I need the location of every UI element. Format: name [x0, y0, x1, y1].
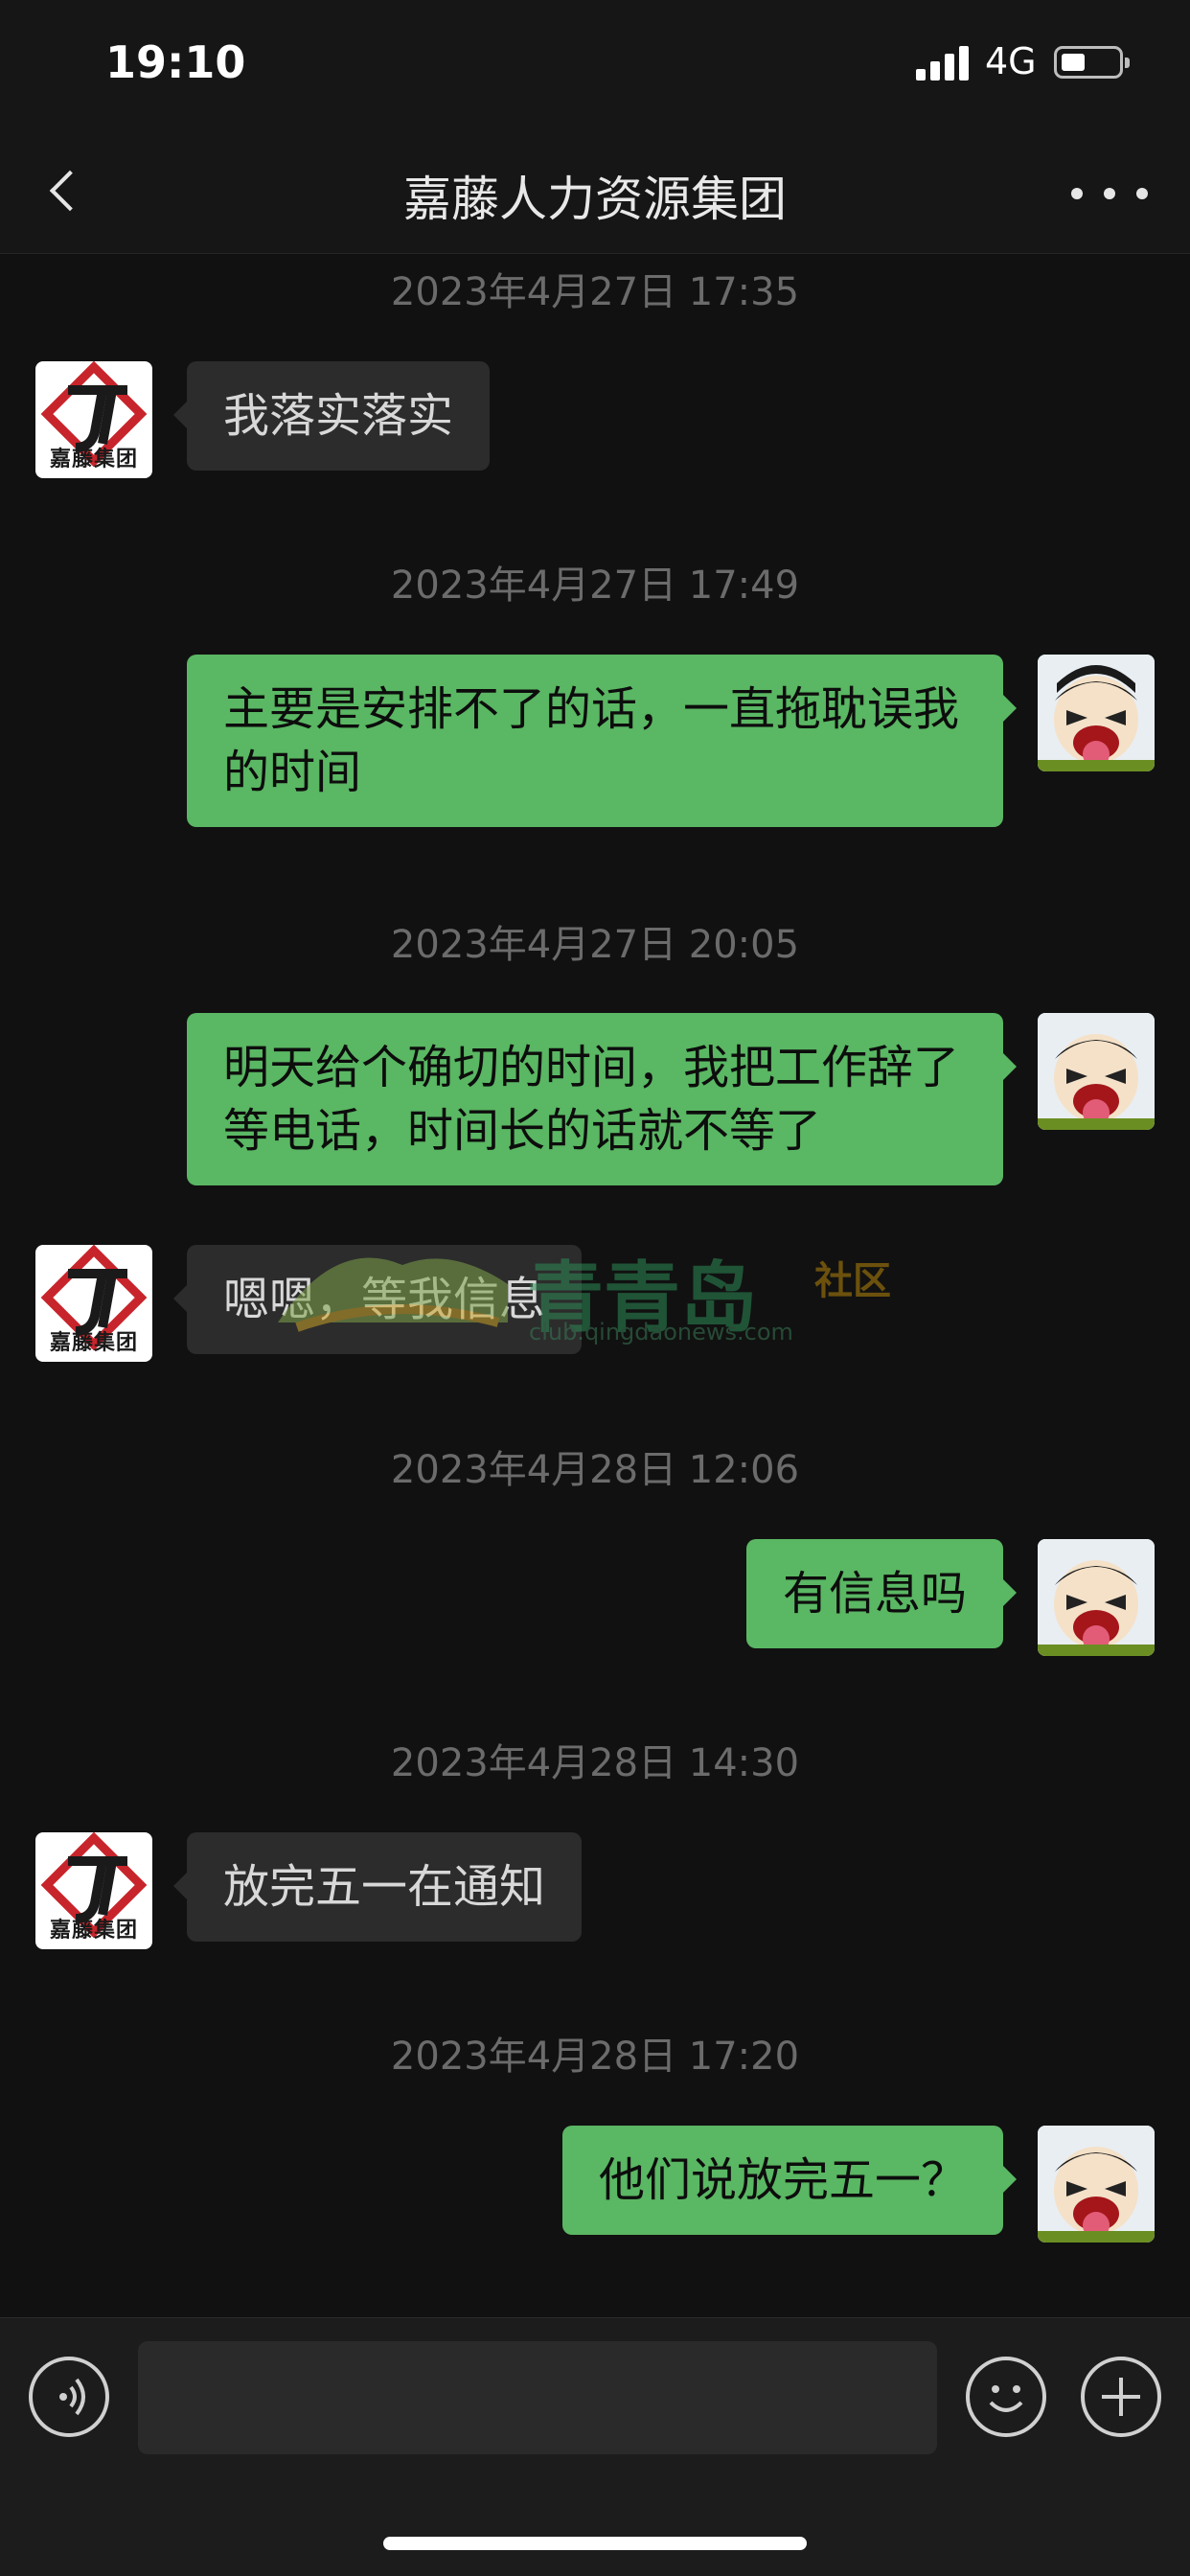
input-bar [0, 2317, 1190, 2576]
cartoon-face-icon [1038, 2126, 1155, 2242]
status-time: 19:10 [105, 36, 246, 88]
timestamp: 2023年4月28日 17:20 [390, 2035, 800, 2079]
cartoon-face-icon [1038, 655, 1155, 771]
network-type: 4G [985, 40, 1037, 82]
nav-bar: 嘉藤人力资源集团 [0, 134, 1190, 254]
chat-title: 嘉藤人力资源集团 [403, 172, 787, 227]
smiley-icon [989, 2385, 1023, 2412]
cartoon-face-icon [1038, 1539, 1155, 1656]
contact-avatar[interactable]: 嘉藤集团 [35, 1245, 152, 1362]
timestamp: 2023年4月27日 17:35 [390, 270, 800, 314]
message-bubble-outgoing[interactable]: 明天给个确切的时间，我把工作辞了等电话，时间长的话就不等了 [187, 1013, 1017, 1185]
message-bubble-outgoing[interactable]: 他们说放完五一？ [561, 2126, 1018, 2235]
message-input[interactable] [138, 2341, 937, 2454]
company-logo-text: 嘉藤集团 [49, 1919, 138, 1943]
timestamp: 2023年4月27日 20:05 [390, 923, 800, 967]
contact-avatar[interactable]: 嘉藤集团 [35, 1832, 152, 1949]
timestamp: 2023年4月27日 17:49 [390, 564, 800, 608]
home-indicator[interactable] [383, 2537, 807, 2550]
more-dot-icon [1104, 188, 1115, 199]
battery-icon [1054, 46, 1130, 79]
timestamp: 2023年4月28日 12:06 [390, 1448, 800, 1492]
user-avatar[interactable] [1038, 1013, 1155, 1130]
company-logo-text: 嘉藤集团 [49, 448, 138, 472]
voice-input-button[interactable] [29, 2357, 109, 2437]
watermark-tag: 社区 [814, 1259, 891, 1303]
message-bubble-outgoing[interactable]: 主要是安排不了的话，一直拖耽误我的时间 [187, 655, 1017, 827]
more-options-button[interactable] [1071, 174, 1148, 213]
more-dot-icon [1071, 188, 1083, 199]
company-logo-text: 嘉藤集团 [49, 1331, 138, 1355]
message-bubble-outgoing[interactable]: 有信息吗 [745, 1539, 1018, 1648]
timestamp: 2023年4月28日 14:30 [390, 1741, 800, 1785]
user-avatar[interactable] [1038, 2126, 1155, 2242]
status-bar: 19:10 4G [0, 0, 1190, 134]
chat-screen: 19:10 4G 嘉藤人力资源集团 2023年4月27日 17:35 嘉藤集团 … [0, 0, 1190, 2576]
user-avatar[interactable] [1038, 655, 1155, 771]
user-avatar[interactable] [1038, 1539, 1155, 1656]
cartoon-face-icon [1038, 1013, 1155, 1130]
more-functions-button[interactable] [1081, 2357, 1161, 2437]
message-bubble-incoming[interactable]: 放完五一在通知 [172, 1832, 583, 1942]
contact-avatar[interactable]: 嘉藤集团 [35, 361, 152, 478]
message-bubble-incoming[interactable]: 嗯嗯，等我信息 [172, 1245, 583, 1354]
voice-icon [59, 2378, 85, 2416]
emoji-button[interactable] [966, 2357, 1046, 2437]
cellular-signal-icon [916, 46, 970, 80]
more-dot-icon [1136, 188, 1148, 199]
message-bubble-incoming[interactable]: 我落实落实 [172, 361, 491, 471]
